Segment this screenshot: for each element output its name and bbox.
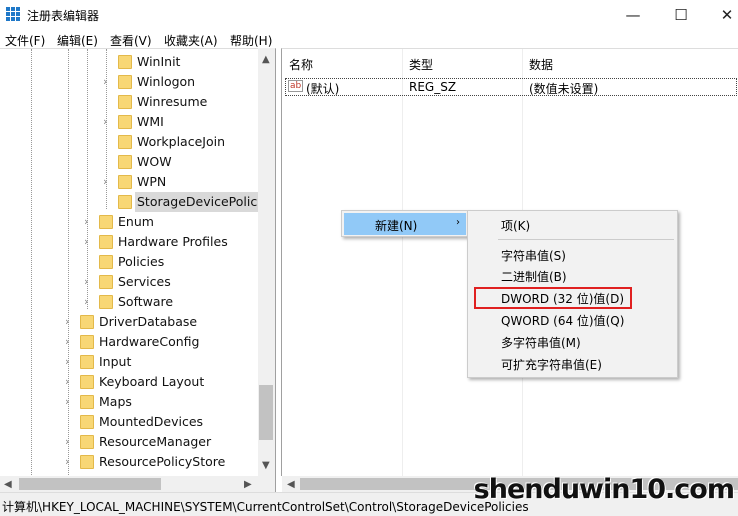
watermark-logo: shenduwin10.com — [473, 474, 735, 505]
tree-item-label: Input — [99, 354, 132, 369]
tree-item-label: WorkplaceJoin — [137, 134, 226, 149]
folder-icon — [118, 195, 132, 209]
expand-chevron-icon[interactable]: › — [65, 372, 69, 392]
expand-chevron-icon[interactable]: › — [65, 332, 69, 352]
menu-item-new[interactable]: 新建(N) › — [344, 213, 466, 235]
column-data[interactable]: 数据 — [529, 56, 553, 73]
tree-item-label: Services — [118, 274, 171, 289]
menu-item-expandable-string-value[interactable]: 可扩充字符串值(E) — [501, 356, 602, 373]
tree-item-label: StorageDevicePolicie — [135, 192, 271, 212]
expand-chevron-icon[interactable]: › — [65, 452, 69, 472]
tree-item-label: Winlogon — [137, 74, 196, 89]
tree-item-label: Enum — [118, 214, 154, 229]
scroll-right-icon[interactable]: ▶ — [244, 479, 252, 490]
string-value-icon: ab — [288, 80, 304, 92]
folder-icon — [80, 335, 94, 349]
scroll-left-icon[interactable]: ◀ — [287, 479, 295, 490]
expand-chevron-icon[interactable]: › — [84, 212, 88, 232]
folder-icon — [118, 135, 132, 149]
scroll-left-icon[interactable]: ◀ — [4, 479, 12, 490]
value-data: (数值未设置) — [529, 82, 599, 96]
registry-tree[interactable]: WinInit › Winlogon Winresume › WMI WorkplaceJo… — [0, 48, 276, 492]
tree-item-label: WinInit — [137, 54, 181, 69]
tree-item-label: Maps — [99, 394, 132, 409]
tree-item-label: WOW — [137, 154, 172, 169]
status-path: 计算机\HKEY_LOCAL_MACHINE\SYSTEM\CurrentCon… — [2, 500, 529, 514]
list-item[interactable]: ab (默认) REG_SZ (数值未设置) — [285, 78, 737, 96]
menu-file[interactable]: 文件(F) — [5, 32, 45, 49]
folder-icon — [99, 215, 113, 229]
expand-chevron-icon[interactable]: › — [65, 432, 69, 452]
expand-chevron-icon[interactable]: › — [103, 172, 107, 192]
folder-icon — [99, 295, 113, 309]
folder-icon — [99, 255, 113, 269]
expand-chevron-icon[interactable]: › — [84, 292, 88, 312]
value-type: REG_SZ — [409, 80, 457, 94]
menu-item-new-label: 新建(N) — [375, 219, 418, 233]
menu-item-string-value[interactable]: 字符串值(S) — [501, 247, 566, 264]
tree-item-label: DriverDatabase — [99, 314, 198, 329]
folder-icon — [80, 435, 94, 449]
expand-chevron-icon[interactable]: › — [65, 392, 69, 412]
menu-item-key[interactable]: 项(K) — [501, 217, 530, 234]
folder-icon — [80, 315, 94, 329]
tree-item-label: Policies — [118, 254, 165, 269]
menu-item-multi-string-value[interactable]: 多字符串值(M) — [501, 334, 581, 351]
maximize-button[interactable]: ☐ — [658, 0, 704, 30]
expand-chevron-icon[interactable]: › — [84, 232, 88, 252]
new-submenu: 项(K) 字符串值(S) 二进制值(B) DWORD (32 位)值(D) QW… — [467, 210, 678, 378]
value-name: (默认) — [306, 82, 340, 96]
menu-help[interactable]: 帮助(H) — [230, 32, 272, 49]
title-bar: 注册表编辑器 — ☐ ✕ — [0, 0, 738, 30]
tree-horizontal-scroll-thumb[interactable] — [19, 478, 161, 490]
tree-item-label: Software — [118, 294, 174, 309]
folder-icon — [99, 235, 113, 249]
menu-item-dword-value[interactable]: DWORD (32 位)值(D) — [501, 290, 624, 307]
expand-chevron-icon[interactable]: › — [103, 72, 107, 92]
column-name[interactable]: 名称 — [289, 56, 313, 73]
menu-bar: 文件(F) 编辑(E) 查看(V) 收藏夹(A) 帮助(H) — [0, 30, 738, 49]
folder-icon — [118, 175, 132, 189]
expand-chevron-icon[interactable]: › — [84, 272, 88, 292]
menu-favorites[interactable]: 收藏夹(A) — [164, 32, 218, 49]
tree-item-label: ResourcePolicyStore — [99, 454, 226, 469]
column-type[interactable]: 类型 — [409, 56, 433, 73]
folder-icon — [80, 455, 94, 469]
expand-chevron-icon[interactable]: › — [103, 112, 107, 132]
tree-vertical-scroll-thumb[interactable] — [259, 385, 273, 440]
expand-chevron-icon[interactable]: › — [65, 312, 69, 332]
tree-item-label: Keyboard Layout — [99, 374, 205, 389]
tree-item-label: Hardware Profiles — [118, 234, 228, 249]
context-menu: 新建(N) › — [341, 210, 468, 237]
window-title: 注册表编辑器 — [27, 9, 100, 23]
registry-editor-icon — [6, 7, 20, 21]
folder-icon — [80, 395, 94, 409]
folder-icon — [80, 415, 94, 429]
folder-icon — [80, 355, 94, 369]
folder-icon — [99, 275, 113, 289]
tree-item-label: ResourceManager — [99, 434, 212, 449]
scroll-up-icon[interactable]: ▲ — [262, 54, 270, 65]
tree-item-label: HardwareConfig — [99, 334, 200, 349]
menu-edit[interactable]: 编辑(E) — [57, 32, 98, 49]
tree-item-label: MountedDevices — [99, 414, 204, 429]
tree-item-label: WMI — [137, 114, 164, 129]
tree-item-label: WPN — [137, 174, 167, 189]
menu-separator — [498, 239, 674, 240]
folder-icon — [80, 375, 94, 389]
folder-icon — [118, 95, 132, 109]
menu-view[interactable]: 查看(V) — [110, 32, 152, 49]
menu-item-binary-value[interactable]: 二进制值(B) — [501, 268, 567, 285]
scroll-down-icon[interactable]: ▼ — [262, 460, 270, 471]
menu-item-qword-value[interactable]: QWORD (64 位)值(Q) — [501, 312, 624, 329]
folder-icon — [118, 115, 132, 129]
folder-icon — [118, 55, 132, 69]
tree-item-label: Winresume — [137, 94, 208, 109]
folder-icon — [118, 75, 132, 89]
chevron-right-icon: › — [456, 217, 460, 228]
folder-icon — [118, 155, 132, 169]
expand-chevron-icon[interactable]: › — [65, 352, 69, 372]
close-button[interactable]: ✕ — [704, 0, 738, 30]
minimize-button[interactable]: — — [610, 0, 656, 30]
